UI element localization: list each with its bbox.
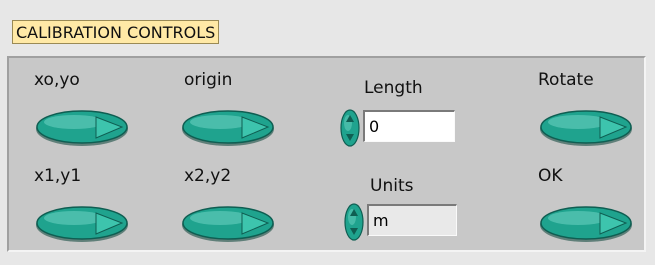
ok-button[interactable] (538, 204, 634, 244)
units-field[interactable]: m (367, 204, 457, 236)
panel-title: CALIBRATION CONTROLS (12, 20, 220, 44)
x2-y2-button[interactable] (180, 204, 276, 244)
x2-y2-button-shape (182, 206, 274, 242)
origin-button-shape (182, 110, 274, 146)
xo-yo-button-shape (36, 110, 128, 146)
units-label: Units (370, 176, 414, 196)
rotate-button-shape (540, 110, 632, 146)
xo-yo-button[interactable] (34, 108, 130, 148)
ok-button-shape (540, 206, 632, 242)
origin-label: origin (184, 70, 233, 90)
rotate-label: Rotate (538, 70, 594, 90)
spinner-arrows-icon (340, 109, 360, 147)
ok-label: OK (538, 166, 563, 186)
rotate-button[interactable] (538, 108, 634, 148)
units-spinner[interactable] (344, 203, 364, 241)
x2-y2-label: x2,y2 (184, 166, 232, 186)
origin-button[interactable] (180, 108, 276, 148)
length-spinner[interactable] (340, 109, 360, 147)
xo-yo-label: xo,yo (34, 70, 80, 90)
x1-y1-button-shape (36, 206, 128, 242)
length-control: 0 (340, 106, 470, 147)
x1-y1-label: x1,y1 (34, 166, 82, 186)
x1-y1-button[interactable] (34, 204, 130, 244)
units-control: m (344, 200, 464, 241)
spinner-arrows-icon (344, 203, 364, 241)
length-input[interactable]: 0 (363, 110, 455, 142)
length-label: Length (364, 78, 423, 98)
